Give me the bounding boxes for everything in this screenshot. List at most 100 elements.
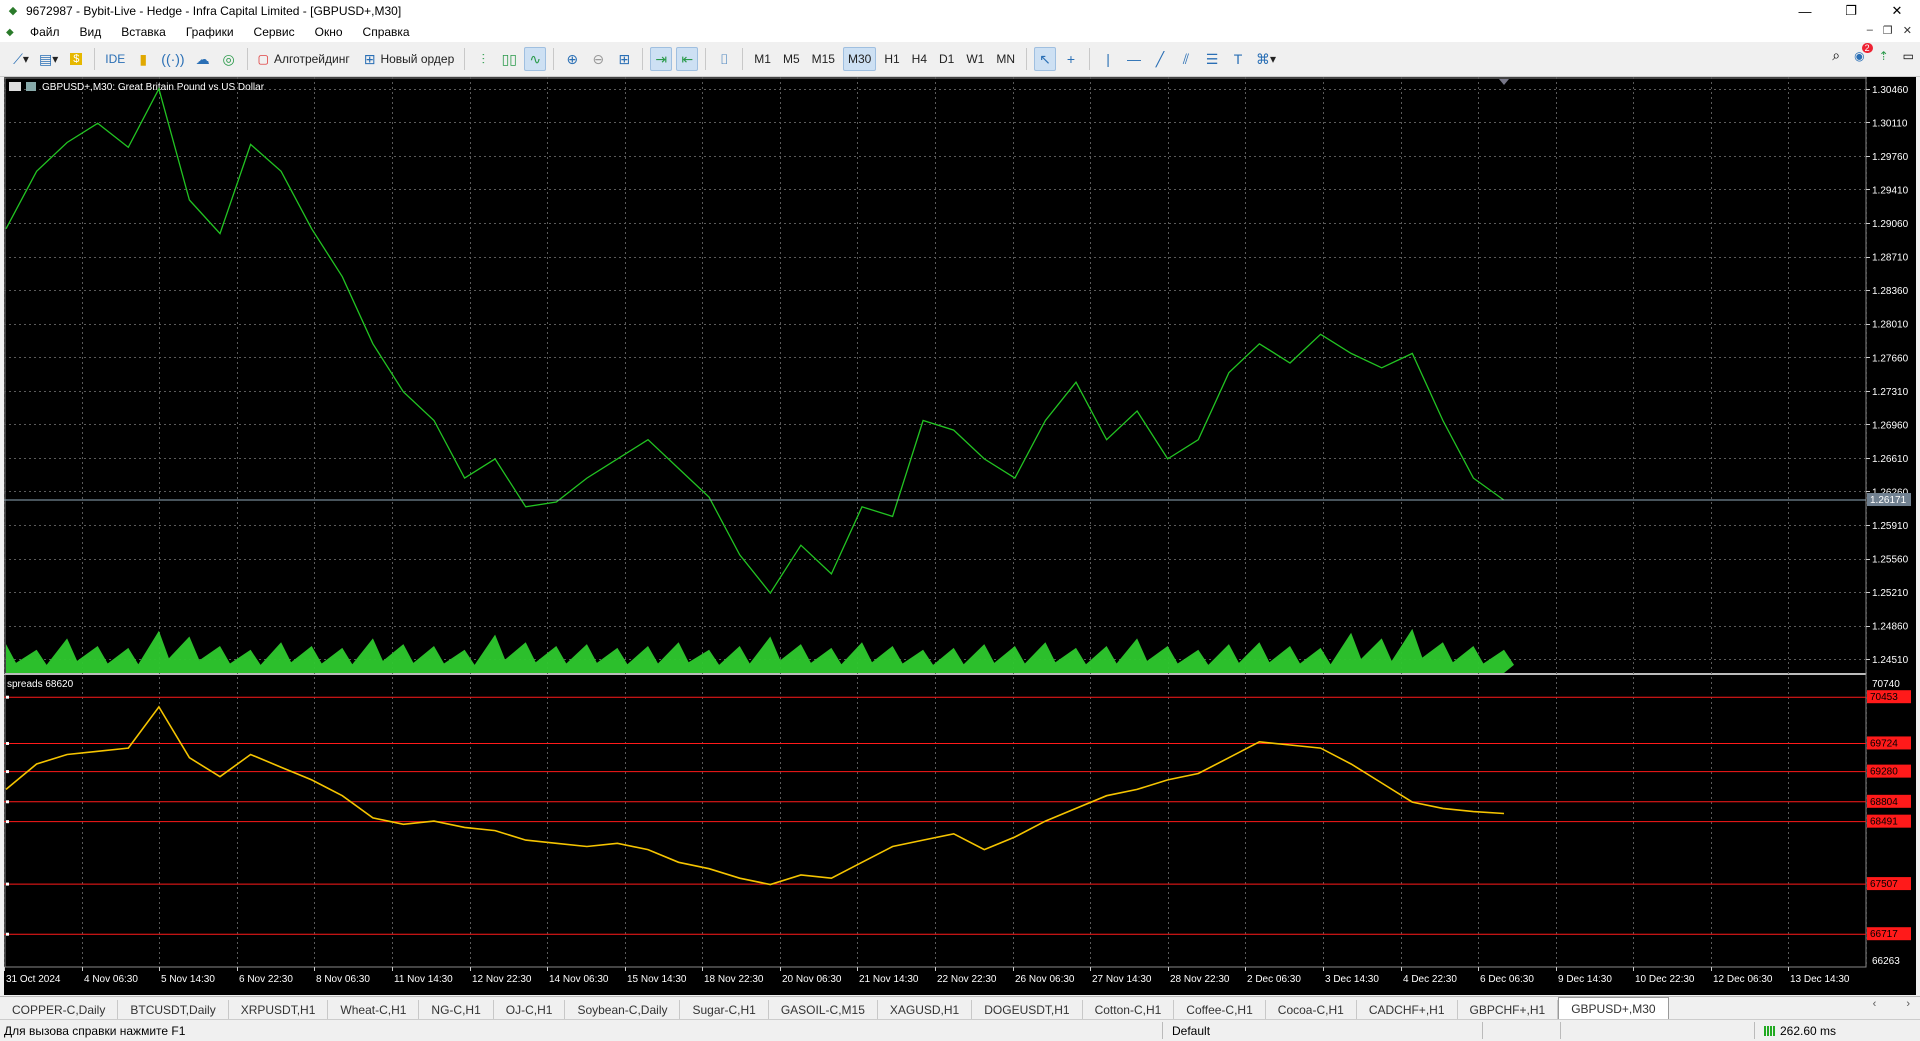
ide-button[interactable]: IDE (102, 47, 128, 71)
trend-line-button[interactable]: ╱ (1149, 47, 1171, 71)
line-chart-button[interactable]: ∿ (524, 47, 547, 71)
chart-tab[interactable]: Coffee-C,H1 (1174, 1000, 1266, 1019)
shapes-button[interactable]: ⌘ ▾ (1253, 47, 1279, 71)
toolbar-separator (642, 48, 644, 70)
algotrading-button[interactable]: ▢ Алготрейдинг (255, 47, 353, 71)
timeframe-m30[interactable]: M30 (842, 47, 877, 71)
chart-tab[interactable]: Cocoa-C,H1 (1266, 1000, 1357, 1019)
timeframe-w1[interactable]: W1 (962, 47, 988, 71)
indicator-level-label: 69280 (1870, 767, 1898, 778)
signals-button[interactable]: ((·)) (158, 47, 187, 71)
vps-status-icon[interactable]: ⇡ (1879, 49, 1889, 63)
mdi-minimize-icon[interactable]: – (1867, 24, 1873, 37)
chart-tab[interactable]: Cotton-C,H1 (1083, 1000, 1175, 1019)
timeframe-m15[interactable]: M15 (808, 47, 839, 71)
time-label: 14 Nov 06:30 (549, 974, 609, 985)
market-button[interactable]: $ (65, 47, 87, 71)
chart-tab[interactable]: BTCUSDT,Daily (118, 1000, 229, 1019)
chart-shift-button[interactable]: ⇤ (676, 47, 699, 71)
bar-chart-button[interactable]: ⫶ (472, 47, 494, 71)
chart-tab[interactable]: COPPER-C,Daily (0, 1000, 119, 1019)
notifications-button[interactable]: ◉ 2 (1854, 42, 1873, 63)
menu-view[interactable]: Вид (80, 25, 102, 39)
profile-name[interactable]: Default (1172, 1024, 1210, 1038)
zoom-out-button[interactable]: ⊖ (587, 47, 609, 71)
chart-tab[interactable]: GBPCHF+,H1 (1458, 1000, 1559, 1019)
screenshot-button[interactable]: ⌷ (713, 47, 735, 71)
close-button[interactable]: ✕ (1874, 0, 1920, 22)
menu-charts[interactable]: Графики (186, 25, 234, 39)
timeframe-h4[interactable]: H4 (908, 47, 931, 71)
tile-windows-button[interactable]: ⊞ (613, 47, 635, 71)
profiles-button[interactable]: ▤ ▾ (36, 47, 61, 71)
indicator-title: spreads 68620 (7, 679, 74, 690)
channel-button[interactable]: ⫽ (1175, 47, 1197, 71)
chart-tab[interactable]: Wheat-C,H1 (328, 1000, 420, 1019)
time-label: 20 Nov 06:30 (782, 974, 842, 985)
toolbar-separator (553, 48, 555, 70)
chart-tab[interactable]: XRPUSDT,H1 (229, 1000, 329, 1019)
chart-tab[interactable]: NG-C,H1 (419, 1000, 494, 1019)
text-tool-button[interactable]: T (1227, 47, 1249, 71)
chart-window[interactable]: 1.30460 1.30110 1.29760 1.29410 1.29060 1.287… (4, 77, 1916, 995)
minimize-button[interactable]: — (1782, 0, 1828, 22)
chart-tab[interactable]: DOGEUSDT,H1 (972, 1000, 1083, 1019)
chart-tab[interactable]: GBPUSD+,M30 (1558, 997, 1669, 1019)
fibonacci-button[interactable]: ☰ (1201, 47, 1223, 71)
chart-tab[interactable]: CADCHF+,H1 (1357, 1000, 1458, 1019)
mdi-restore-icon[interactable]: ❐ (1883, 24, 1893, 37)
crosshair-tool-button[interactable]: + (1060, 47, 1082, 71)
cursor-icon: ↖ (1039, 50, 1051, 67)
menu-file[interactable]: Файл (30, 25, 60, 39)
time-label: 6 Nov 22:30 (239, 974, 293, 985)
autoscroll-button[interactable]: ⇥ (650, 47, 673, 71)
ide-label: IDE (105, 52, 126, 66)
timeframe-m1[interactable]: M1 (750, 47, 775, 71)
indicator-scale-top: 70740 (1872, 679, 1900, 690)
wallet-button[interactable]: ▮ (132, 47, 154, 71)
status-divider (1560, 1022, 1561, 1039)
new-chart-button[interactable]: ⟋ ▾ (10, 47, 32, 71)
time-label: 18 Nov 22:30 (704, 974, 764, 985)
tab-left-icon[interactable]: ‹ (1873, 998, 1877, 1010)
chart-tab[interactable]: OJ-C,H1 (494, 1000, 566, 1019)
chart-tab[interactable]: Sugar-C,H1 (680, 1000, 769, 1019)
chart-canvas[interactable]: 1.30460 1.30110 1.29760 1.29410 1.29060 1.287… (4, 77, 1916, 995)
search-icon[interactable]: ⌕ (1832, 47, 1840, 64)
zoom-in-button[interactable]: ⊕ (561, 47, 583, 71)
timeframe-h1[interactable]: H1 (880, 47, 903, 71)
maximize-button[interactable]: ❐ (1828, 0, 1874, 22)
title-bar: ◆ 9672987 - Bybit-Live - Hedge - Infra C… (0, 0, 1920, 22)
trend-line-icon: ╱ (1155, 50, 1165, 67)
timeframe-d1[interactable]: D1 (935, 47, 958, 71)
horizontal-line-button[interactable]: — (1123, 47, 1145, 71)
chart-tab[interactable]: GASOIL-C,M15 (769, 1000, 878, 1019)
connection-status[interactable]: 262.60 ms (1764, 1024, 1836, 1038)
time-label: 9 Dec 14:30 (1558, 974, 1612, 985)
timeframe-m5[interactable]: M5 (779, 47, 804, 71)
price-label: 1.29060 (1872, 219, 1909, 230)
community-button[interactable]: ◎ (218, 47, 240, 71)
chart-tab[interactable]: Soybean-C,Daily (565, 1000, 681, 1019)
toolbar-separator (1026, 48, 1028, 70)
shift-marker-icon[interactable] (1499, 79, 1509, 85)
timeframe-mn[interactable]: MN (992, 47, 1019, 71)
chart-tab[interactable]: XAGUSD,H1 (878, 1000, 973, 1019)
mdi-controls: – ❐ ✕ (1867, 24, 1912, 37)
menu-help[interactable]: Справка (363, 25, 410, 39)
vps-button[interactable]: ☁ (192, 47, 214, 71)
menu-tools[interactable]: Сервис (254, 25, 295, 39)
tab-right-icon[interactable]: › (1906, 998, 1910, 1010)
level-marker (6, 820, 9, 824)
cursor-tool-button[interactable]: ↖ (1034, 47, 1057, 71)
candles-button[interactable]: ▯▯ (498, 47, 520, 71)
time-label: 4 Nov 06:30 (84, 974, 138, 985)
mdi-close-icon[interactable]: ✕ (1903, 24, 1912, 37)
panel-toggle-icon[interactable]: ▭ (1903, 49, 1914, 63)
profiles-icon: ▤ (39, 50, 53, 67)
menu-window[interactable]: Окно (315, 25, 343, 39)
menu-insert[interactable]: Вставка (121, 25, 166, 39)
indicator-level-label: 67507 (1870, 879, 1898, 890)
vertical-line-button[interactable]: | (1097, 47, 1119, 71)
new-order-button[interactable]: ⊞ Новый ордер (361, 47, 458, 71)
